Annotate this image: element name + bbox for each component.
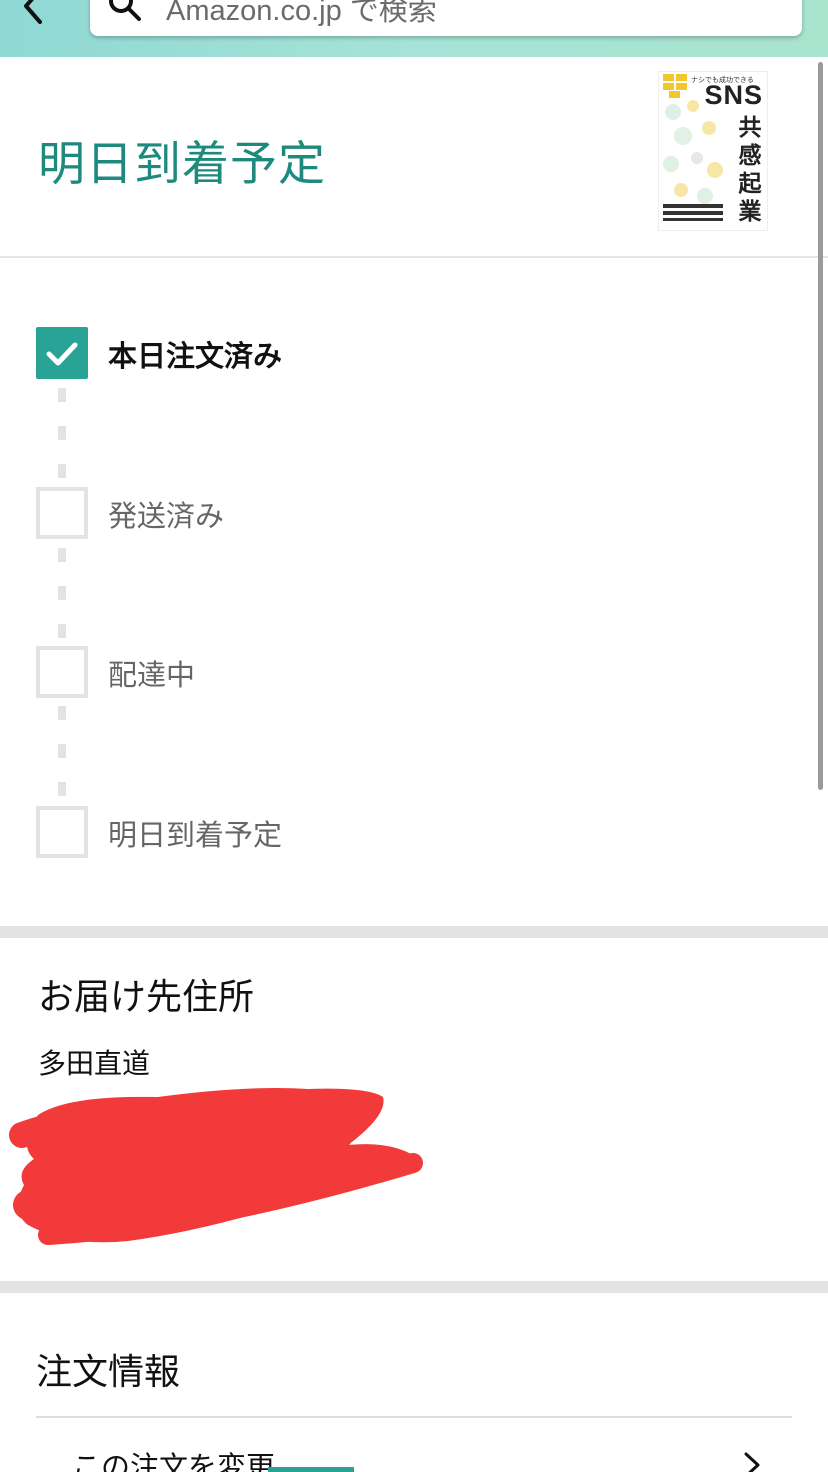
change-order-row[interactable]: この注文を変更 — [36, 1420, 792, 1472]
section-divider — [0, 1281, 828, 1293]
step-ordered: 本日注文済み — [36, 327, 736, 379]
order-info-title: 注文情報 — [36, 1352, 181, 1393]
section-divider — [0, 926, 828, 938]
progress-connector — [58, 388, 66, 488]
camera-scan-icon[interactable] — [742, 0, 782, 10]
checked-checkbox-icon — [36, 327, 88, 379]
chevron-right-icon — [744, 1452, 760, 1472]
search-input[interactable]: Amazon.co.jp で検索 — [90, 0, 802, 36]
step-label: 本日注文済み — [108, 339, 283, 373]
back-arrow-icon[interactable] — [12, 0, 52, 26]
bottom-tab-indicator — [268, 1467, 354, 1472]
tracking-progress: 本日注文済み 発送済み 配達中 明日到着予定 — [0, 260, 828, 928]
step-in-transit: 配達中 — [36, 646, 736, 698]
redaction-scribble — [9, 1088, 423, 1245]
scrollbar[interactable] — [818, 62, 823, 790]
address-section-title: お届け先住所 — [38, 977, 255, 1018]
progress-connector — [58, 548, 66, 648]
book-title-vertical: 共感起業 — [738, 115, 762, 225]
step-label: 発送済み — [108, 499, 225, 533]
empty-checkbox-icon — [36, 646, 88, 698]
progress-connector — [58, 706, 66, 806]
step-arriving: 明日到着予定 — [36, 806, 736, 858]
delivery-status-title: 明日到着予定 — [38, 137, 326, 192]
search-icon — [108, 0, 142, 22]
product-image[interactable]: ナシでも成功できる SNS 共感起業 — [658, 71, 768, 231]
order-info-divider — [36, 1416, 792, 1418]
step-label: 配達中 — [108, 658, 196, 692]
search-placeholder: Amazon.co.jp で検索 — [166, 0, 437, 27]
empty-checkbox-icon — [36, 487, 88, 539]
step-label: 明日到着予定 — [108, 818, 283, 852]
empty-checkbox-icon — [36, 806, 88, 858]
step-shipped: 発送済み — [36, 487, 736, 539]
book-pattern-icon — [663, 100, 723, 221]
delivery-status-header: 明日到着予定 ナシでも成功できる SNS 共感起業 — [0, 57, 828, 258]
search-header: Amazon.co.jp で検索 — [0, 0, 828, 57]
book-title-sns: SNS — [704, 80, 763, 110]
change-order-label: この注文を変更 — [72, 1450, 276, 1472]
